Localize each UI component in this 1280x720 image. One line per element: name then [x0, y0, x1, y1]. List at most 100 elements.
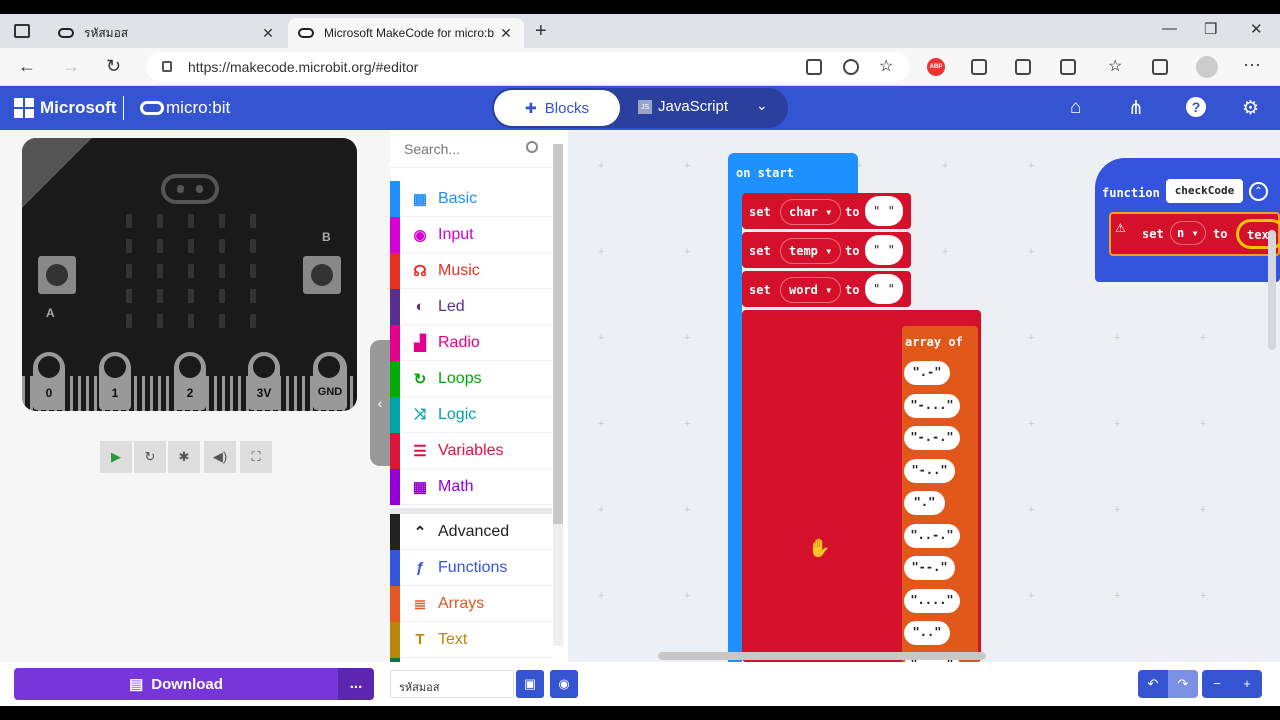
array-item-string[interactable]: "-.." — [904, 458, 955, 483]
category-loops[interactable]: ↻ Loops — [390, 360, 552, 397]
category-color-bar — [390, 468, 400, 505]
tab-actions-icon[interactable] — [14, 24, 30, 38]
profile-avatar[interactable] — [1196, 56, 1218, 78]
blocks-workspace[interactable]: ++++++++++++++++++++++++++++++++++++++++… — [568, 130, 1280, 662]
var-dropdown-char[interactable]: char ▾ — [780, 199, 842, 225]
browser-tab-1[interactable]: รหัสมอส ✕ — [48, 18, 286, 48]
favorites-icon[interactable]: ☆ — [1108, 56, 1124, 75]
reload-icon[interactable]: ↻ — [106, 56, 121, 77]
project-name-input[interactable]: รหัสมอส — [390, 670, 514, 698]
close-window-icon[interactable]: ✕ — [1250, 20, 1263, 38]
workspace-h-scrollbar[interactable] — [658, 652, 986, 660]
new-tab-icon[interactable]: + — [535, 20, 547, 43]
scrollbar-thumb[interactable] — [553, 144, 563, 524]
array-item-string[interactable]: "..-." — [904, 523, 960, 548]
string-input[interactable]: " " — [865, 196, 903, 226]
pin-0[interactable]: 0 — [33, 352, 65, 410]
github-icon[interactable]: ◉ — [550, 670, 578, 698]
volume-icon[interactable]: ◀) — [204, 441, 236, 473]
toolbox-scrollbar[interactable] — [553, 144, 563, 646]
category-variables[interactable]: ☰ Variables — [390, 432, 552, 469]
restart-icon[interactable]: ↻ — [134, 441, 166, 473]
product-label[interactable]: micro:bit — [166, 98, 230, 118]
download-button[interactable]: ▤ Download — [14, 668, 338, 700]
grid-mark: + — [1200, 418, 1207, 430]
more-menu-icon[interactable]: ··· — [1243, 54, 1261, 75]
zoom-icon[interactable] — [843, 59, 859, 75]
javascript-mode-button[interactable]: JS JavaScript — [638, 98, 728, 115]
puzzle-icon[interactable] — [1060, 59, 1076, 75]
pin-2[interactable]: 2 — [174, 352, 206, 410]
download-more-button[interactable]: ... — [338, 668, 374, 700]
button-a[interactable] — [38, 256, 76, 294]
redo-icon[interactable]: ↷ — [1168, 670, 1198, 698]
category-label: Music — [438, 261, 480, 279]
string-input[interactable]: " " — [865, 235, 903, 265]
close-tab-icon[interactable]: ✕ — [260, 25, 276, 42]
var-dropdown-n[interactable]: n ▾ — [1170, 221, 1206, 245]
category-basic[interactable]: ▦ Basic — [390, 180, 552, 217]
extension-icon[interactable] — [1015, 59, 1031, 75]
restore-icon[interactable]: ❐ — [1204, 20, 1217, 38]
pin-3v[interactable]: 3V — [248, 352, 280, 410]
array-item-string[interactable]: ".-" — [904, 361, 950, 385]
category-text[interactable]: T Text — [390, 621, 552, 658]
category-input[interactable]: ◉ Input — [390, 216, 552, 253]
close-tab-icon[interactable]: ✕ — [498, 25, 514, 42]
array-item-string[interactable]: "." — [904, 491, 945, 515]
fullscreen-icon[interactable]: ⛶ — [240, 441, 272, 473]
simulator-panel: A B 0 1 2 3V GND ▶ ↻ ✱ ◀) ⛶ ‹ — [0, 130, 390, 706]
blocks-mode-button[interactable]: ✚ Blocks — [494, 90, 620, 126]
back-icon[interactable]: ← — [18, 56, 36, 77]
url-field[interactable]: https://makecode.microbit.org/#editor — [146, 52, 910, 82]
var-dropdown-word[interactable]: word ▾ — [780, 277, 842, 303]
help-icon[interactable]: ? — [1186, 97, 1206, 117]
search-icon[interactable] — [526, 141, 538, 153]
function-name-field[interactable]: checkCode — [1166, 179, 1243, 203]
category-radio[interactable]: ▟ Radio — [390, 324, 552, 361]
microbit-board[interactable]: A B 0 1 2 3V GND — [22, 138, 357, 411]
extension-icon[interactable] — [971, 59, 987, 75]
collections-icon[interactable] — [1152, 59, 1168, 75]
app-install-icon[interactable] — [806, 59, 822, 75]
button-b[interactable] — [303, 256, 341, 294]
settings-gear-icon[interactable]: ⚙ — [1242, 97, 1259, 120]
category-led[interactable]: ◐ Led — [390, 288, 552, 325]
category-arrays[interactable]: ≣ Arrays — [390, 585, 552, 622]
minimize-icon[interactable]: — — [1162, 20, 1177, 37]
category-functions[interactable]: ƒ Functions — [390, 549, 552, 586]
array-item-string[interactable]: "-.-." — [904, 426, 960, 450]
browser-tab-2[interactable]: Microsoft MakeCode for micro:b ✕ — [288, 18, 524, 48]
save-icon[interactable]: ▣ — [516, 670, 544, 698]
zoom-in-icon[interactable]: + — [1232, 670, 1262, 698]
array-item-string[interactable]: "...." — [904, 588, 960, 613]
collapse-icon[interactable]: ⌃ — [1249, 182, 1268, 201]
zoom-out-icon[interactable]: − — [1202, 670, 1232, 698]
play-icon[interactable]: ▶ — [100, 441, 132, 473]
pin-gnd[interactable]: GND — [313, 352, 347, 410]
array-item-string[interactable]: "-..." — [904, 393, 960, 418]
array-item-string[interactable]: ".." — [904, 621, 950, 645]
debug-bug-icon[interactable]: ✱ — [168, 441, 200, 473]
home-icon[interactable]: ⌂ — [1070, 97, 1081, 119]
var-dropdown-temp[interactable]: temp ▾ — [780, 238, 842, 264]
touch-logo-icon[interactable] — [161, 174, 219, 204]
share-icon[interactable]: ⋔ — [1128, 97, 1144, 120]
category-logic[interactable]: ⤨ Logic — [390, 396, 552, 433]
string-input[interactable]: " " — [865, 274, 903, 304]
chevron-down-icon[interactable]: ⌄ — [756, 97, 768, 114]
category-advanced[interactable]: ⌃ Advanced — [390, 513, 552, 550]
grid-mark: + — [942, 160, 949, 172]
category-math[interactable]: ▦ Math — [390, 468, 552, 505]
array-item-string[interactable]: "--." — [904, 556, 955, 580]
adblock-icon[interactable]: ABP — [927, 58, 945, 76]
warning-icon[interactable]: ⚠ — [1115, 221, 1126, 235]
workspace-v-scrollbar[interactable] — [1268, 230, 1276, 350]
pin-1[interactable]: 1 — [99, 352, 131, 410]
favorite-star-icon[interactable]: ☆ — [879, 56, 895, 75]
category-music[interactable]: ☊ Music — [390, 252, 552, 289]
toolbox-search-input[interactable]: Search... — [390, 130, 552, 168]
forward-icon[interactable]: → — [62, 56, 80, 77]
collapse-simulator-button[interactable]: ‹ — [370, 340, 390, 466]
undo-icon[interactable]: ↶ — [1138, 670, 1168, 698]
